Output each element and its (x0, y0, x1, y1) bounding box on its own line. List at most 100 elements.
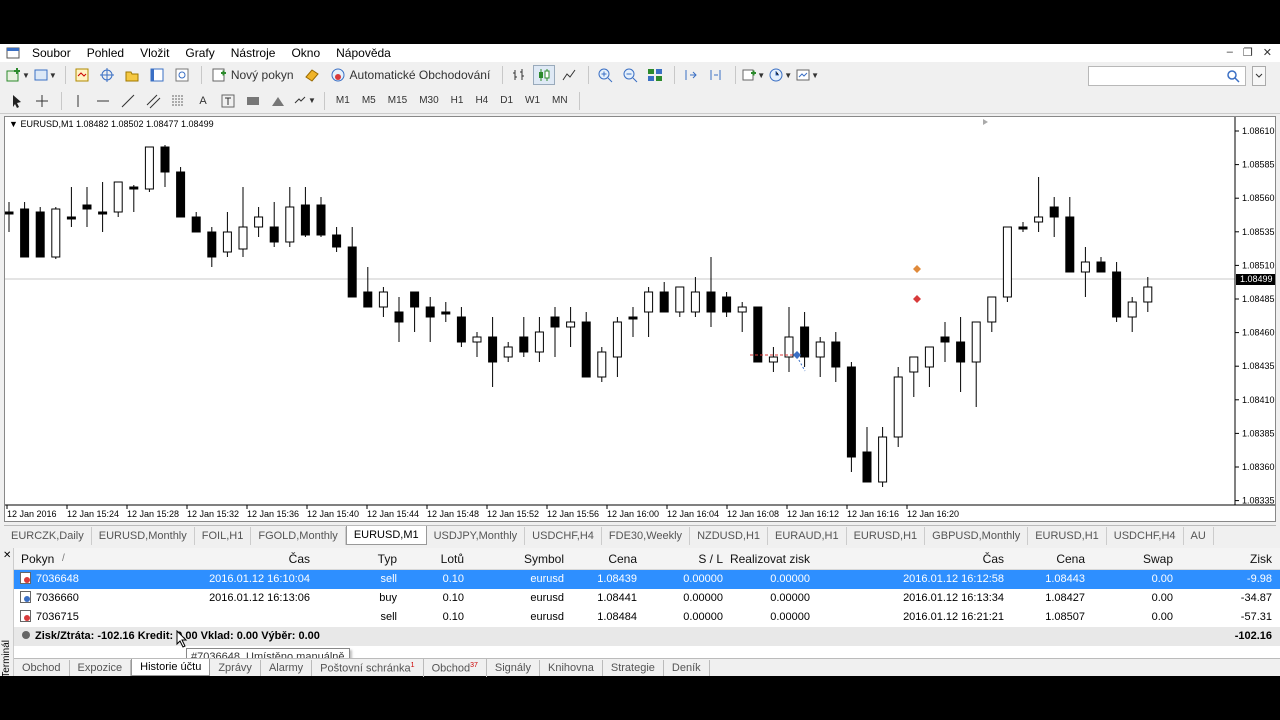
triangle-button[interactable] (267, 91, 289, 111)
menu-view[interactable]: Pohled (79, 44, 132, 62)
header-realized[interactable]: Realizovat zisk (730, 548, 810, 570)
market-watch-button[interactable] (71, 65, 93, 85)
chart-tab[interactable]: EURUSD,Monthly (92, 526, 195, 545)
chart-tab[interactable]: GBPUSD,Monthly (925, 526, 1029, 545)
table-row[interactable]: 7036648 2016.01.12 16:10:04 sell 0.10 eu… (14, 570, 1280, 589)
text-label-button[interactable] (217, 91, 239, 111)
header-profit[interactable]: Zisk (1250, 548, 1272, 570)
periods-button[interactable]: ▼ (768, 65, 792, 85)
tab-trade[interactable]: Obchod (14, 659, 70, 676)
header-swap[interactable]: Swap (1143, 548, 1173, 570)
cursor-tool-button[interactable] (6, 91, 28, 111)
table-row[interactable]: 7036715 sell 0.10 eurusd 1.08484 0.00000… (14, 608, 1280, 627)
chart-tab[interactable]: EURUSD,H1 (847, 526, 926, 545)
tab-news[interactable]: Zprávy (210, 659, 261, 676)
chart-tab[interactable]: USDCHF,H4 (525, 526, 602, 545)
profiles-button[interactable]: ▼ (33, 65, 57, 85)
header-price[interactable]: Cena (608, 548, 637, 570)
tab-account-history[interactable]: Historie účtu (131, 659, 211, 676)
tab-experts[interactable]: Strategie (603, 659, 664, 676)
auto-trading-button[interactable]: Automatické Obchodování (326, 65, 495, 85)
search-input[interactable] (1088, 66, 1246, 86)
table-row[interactable]: 7036660 2016.01.12 16:13:06 buy 0.10 eur… (14, 589, 1280, 608)
data-window-button[interactable] (96, 65, 118, 85)
tab-market[interactable]: Obchod37 (424, 658, 487, 677)
header-sl[interactable]: S / L (698, 548, 723, 570)
menu-charts[interactable]: Grafy (177, 44, 222, 62)
close-icon[interactable]: ✕ (1263, 46, 1272, 59)
arrows-button[interactable]: ▼ (292, 91, 316, 111)
timeframe-m5[interactable]: M5 (356, 95, 382, 106)
zoom-out-button[interactable] (619, 65, 641, 85)
chart-tab[interactable]: USDCHF,H4 (1107, 526, 1184, 545)
timeframe-mn[interactable]: MN (546, 95, 574, 106)
menu-insert[interactable]: Vložit (132, 44, 177, 62)
fibonacci-button[interactable] (167, 91, 189, 111)
header-time[interactable]: Čas (289, 548, 310, 570)
indicators-button[interactable]: ▼ (741, 65, 765, 85)
tab-mailbox[interactable]: Poštovní schránka1 (312, 658, 424, 677)
text-button[interactable]: A (192, 91, 214, 111)
menu-tools[interactable]: Nástroje (223, 44, 284, 62)
search-icon[interactable] (1225, 68, 1241, 84)
timeframe-m30[interactable]: M30 (413, 95, 444, 106)
tab-library[interactable]: Knihovna (540, 659, 603, 676)
minimize-icon[interactable]: – (1227, 46, 1233, 59)
menu-help[interactable]: Nápověda (328, 44, 399, 62)
tab-signals[interactable]: Signály (487, 659, 540, 676)
header-close-price[interactable]: Cena (1056, 548, 1085, 570)
rectangle-button[interactable] (242, 91, 264, 111)
strategy-tester-button[interactable] (171, 65, 193, 85)
candlestick-chart[interactable]: 1.08610 1.08585 1.08560 1.08535 1.08510 1.084… (5, 117, 1275, 521)
close-icon[interactable]: ✕ (3, 550, 11, 561)
timeframe-w1[interactable]: W1 (519, 95, 546, 106)
timeframe-h4[interactable]: H4 (469, 95, 494, 106)
chart-tab[interactable]: FDE30,Weekly (602, 526, 691, 545)
terminal-button[interactable] (146, 65, 168, 85)
metaeditor-button[interactable] (301, 65, 323, 85)
equidistant-channel-button[interactable] (142, 91, 164, 111)
collapse-arrow-icon[interactable]: ▼ (9, 119, 18, 129)
zoom-in-button[interactable] (594, 65, 616, 85)
chart-tab[interactable]: EURUSD,H1 (1028, 526, 1107, 545)
trendline-button[interactable] (117, 91, 139, 111)
bar-chart-button[interactable] (508, 65, 530, 85)
line-chart-button[interactable] (558, 65, 580, 85)
price-chart[interactable]: 1.08610 1.08585 1.08560 1.08535 1.08510 1.084… (4, 116, 1276, 522)
tile-windows-button[interactable] (644, 65, 666, 85)
header-order[interactable]: Pokyn (21, 548, 54, 570)
chart-tab[interactable]: NZDUSD,H1 (690, 526, 769, 545)
chart-shift-button[interactable] (705, 65, 727, 85)
timeframe-m1[interactable]: M1 (330, 95, 356, 106)
crosshair-button[interactable] (31, 91, 53, 111)
header-close-time[interactable]: Čas (983, 548, 1004, 570)
header-lots[interactable]: Lotů (441, 548, 464, 570)
chart-tab[interactable]: EURAUD,H1 (768, 526, 847, 545)
candlestick-button[interactable] (533, 65, 556, 85)
timeframe-d1[interactable]: D1 (494, 95, 519, 106)
header-symbol[interactable]: Symbol (524, 548, 564, 570)
new-order-button[interactable]: Nový pokyn (207, 65, 298, 85)
new-chart-button[interactable]: ▼ (6, 65, 30, 85)
horizontal-line-button[interactable] (92, 91, 114, 111)
toolbar-overflow-button[interactable] (1252, 66, 1266, 86)
timeframe-m15[interactable]: M15 (382, 95, 413, 106)
chart-tab[interactable]: FGOLD,Monthly (251, 526, 346, 545)
restore-icon[interactable]: ❐ (1243, 46, 1253, 59)
tab-alerts[interactable]: Alarmy (261, 659, 313, 676)
menu-file[interactable]: Soubor (24, 44, 79, 62)
chart-tab[interactable]: FOIL,H1 (195, 526, 252, 545)
chart-tab[interactable]: USDJPY,Monthly (427, 526, 526, 545)
templates-button[interactable]: ▼ (795, 65, 819, 85)
chart-tab-active[interactable]: EURUSD,M1 (345, 526, 427, 545)
chart-tab[interactable]: EURCZK,Daily (4, 526, 92, 545)
navigator-button[interactable] (121, 65, 143, 85)
menu-window[interactable]: Okno (283, 44, 328, 62)
vertical-line-button[interactable] (67, 91, 89, 111)
header-type[interactable]: Typ (378, 548, 397, 570)
timeframe-h1[interactable]: H1 (445, 95, 470, 106)
tab-journal[interactable]: Deník (664, 659, 710, 676)
chart-tab[interactable]: AU (1184, 526, 1214, 545)
autoscroll-button[interactable] (680, 65, 702, 85)
tab-exposure[interactable]: Expozice (70, 659, 132, 676)
